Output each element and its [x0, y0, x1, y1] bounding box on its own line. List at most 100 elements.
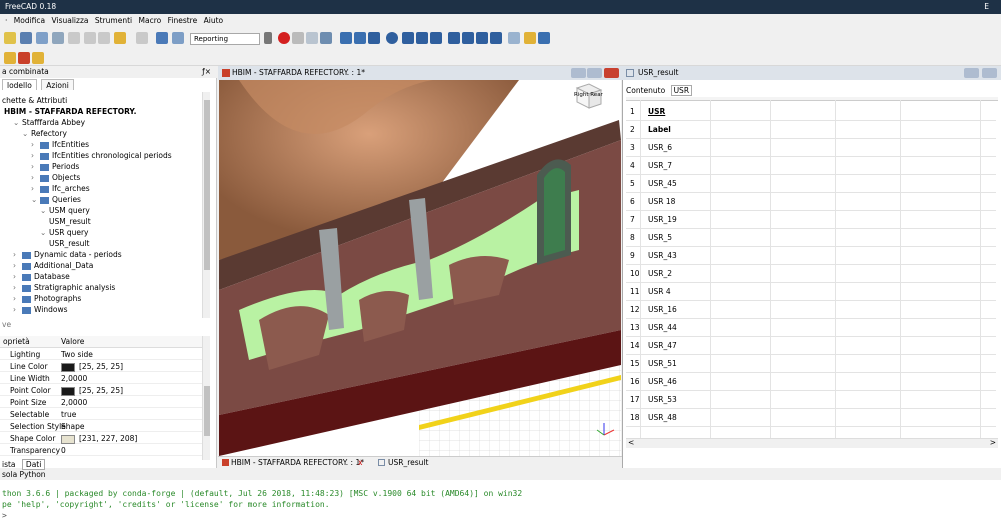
cell-value[interactable]: USR_7: [648, 157, 672, 175]
table-row[interactable]: 5 USR_45: [626, 175, 996, 193]
property-value-cell[interactable]: Shape: [61, 421, 85, 432]
property-value-cell[interactable]: [25, 25, 25]: [61, 361, 123, 372]
tree-item[interactable]: › Photographs: [13, 294, 81, 304]
undo-icon[interactable]: [114, 32, 126, 44]
chevron-down-icon[interactable]: ⌄: [40, 228, 49, 238]
tree-item[interactable]: › Dynamic data - periods: [13, 250, 122, 260]
table-row[interactable]: 7 USR_19: [626, 211, 996, 229]
cell-value[interactable]: USR 18: [648, 193, 675, 211]
property-row[interactable]: Shape Color [231, 227, 208]: [0, 433, 209, 444]
maximize-button[interactable]: [587, 68, 602, 78]
property-value-cell[interactable]: [25, 25, 25]: [61, 385, 123, 396]
table-row[interactable]: 4 USR_7: [626, 157, 996, 175]
copy-icon[interactable]: [84, 32, 96, 44]
cut-icon[interactable]: [68, 32, 80, 44]
left-view-icon[interactable]: [476, 32, 488, 44]
chevron-right-icon[interactable]: ›: [31, 162, 40, 172]
scroll-right-icon[interactable]: >: [990, 438, 996, 447]
draw-style-icon[interactable]: [368, 32, 380, 44]
property-value-cell[interactable]: 2,0000: [61, 397, 87, 408]
tab-spreadsheet[interactable]: USR_result: [388, 457, 428, 468]
tab-actions[interactable]: Azioni: [41, 79, 74, 90]
chevron-right-icon[interactable]: ›: [13, 272, 22, 282]
table-row[interactable]: 13 USR_44: [626, 319, 996, 337]
save-as-icon[interactable]: [52, 32, 64, 44]
table-row[interactable]: 3 USR_6: [626, 139, 996, 157]
property-row[interactable]: Transparency 0: [0, 445, 209, 456]
table-row[interactable]: 8 USR_5: [626, 229, 996, 247]
cell-value[interactable]: USR_44: [648, 319, 677, 337]
property-row[interactable]: Selection Style Shape: [0, 421, 209, 432]
tree-item[interactable]: › Periods: [31, 162, 79, 172]
chevron-down-icon[interactable]: ⌄: [13, 118, 22, 128]
tree-item[interactable]: › IfcEntities chronological periods: [31, 151, 172, 161]
chevron-right-icon[interactable]: ›: [13, 294, 22, 304]
window-control[interactable]: E: [984, 0, 989, 14]
tree-item[interactable]: ⌄ USR query: [40, 228, 89, 238]
chevron-down-icon[interactable]: ⌄: [40, 206, 49, 216]
close-button[interactable]: [604, 68, 619, 78]
panel-close-icon[interactable]: ƒ×: [202, 66, 211, 78]
redo-icon[interactable]: [136, 32, 148, 44]
property-value-cell[interactable]: [231, 227, 208]: [61, 433, 137, 444]
tree-scrollbar[interactable]: [202, 92, 210, 318]
color-swatch[interactable]: [61, 362, 75, 372]
table-row[interactable]: 11 USR 4: [626, 283, 996, 301]
chevron-down-icon[interactable]: ⌄: [31, 195, 40, 205]
tab-view[interactable]: ista: [2, 460, 16, 469]
tree-item[interactable]: › Objects: [31, 173, 80, 183]
rear-view-icon[interactable]: [448, 32, 460, 44]
table-row[interactable]: 1 USR: [626, 103, 996, 121]
menu-aiuto[interactable]: Aiuto: [203, 16, 225, 25]
tree-item[interactable]: › IfcEntities: [31, 140, 89, 150]
property-row[interactable]: Point Size 2,0000: [0, 397, 209, 408]
fit-all-icon[interactable]: [340, 32, 352, 44]
chevron-right-icon[interactable]: ›: [31, 184, 40, 194]
menu-macro[interactable]: Macro: [138, 16, 163, 25]
property-row[interactable]: Point Color [25, 25, 25]: [0, 385, 209, 396]
chevron-right-icon[interactable]: ›: [13, 305, 22, 315]
cell-value[interactable]: USR_6: [648, 139, 672, 157]
tree-item[interactable]: › Ifc_arches: [31, 184, 90, 194]
report-icon[interactable]: [4, 52, 16, 64]
part-icon[interactable]: [524, 32, 536, 44]
menu-visualizza[interactable]: Visualizza: [51, 16, 90, 25]
property-scrollbar[interactable]: [202, 336, 210, 460]
workbench-selector[interactable]: Reporting: [190, 33, 260, 45]
execute-macro-icon[interactable]: [320, 32, 332, 44]
spreadsheet-icon[interactable]: [18, 52, 30, 64]
save-icon[interactable]: [36, 32, 48, 44]
cell-value[interactable]: USR_46: [648, 373, 677, 391]
tree-item[interactable]: ⌄ Queries: [31, 195, 81, 205]
menu-finestre[interactable]: Finestre: [167, 16, 199, 25]
tree-scrollbar-thumb[interactable]: [204, 100, 210, 270]
color-swatch[interactable]: [61, 386, 75, 396]
section-view-icon[interactable]: [490, 32, 502, 44]
table-row[interactable]: 15 USR_51: [626, 355, 996, 373]
table-row[interactable]: 2 Label: [626, 121, 996, 139]
cell-value[interactable]: Label: [648, 121, 671, 139]
color-swatch[interactable]: [61, 434, 75, 444]
menu-strumenti[interactable]: Strumenti: [94, 16, 133, 25]
macros-icon[interactable]: [306, 32, 318, 44]
cell-value[interactable]: USR_47: [648, 337, 677, 355]
tree-item[interactable]: USR_result: [49, 239, 89, 249]
top-view-icon[interactable]: [416, 32, 428, 44]
cell-value[interactable]: USR_2: [648, 265, 672, 283]
console-prompt[interactable]: >: [2, 511, 7, 520]
property-value-cell[interactable]: Two side: [61, 349, 93, 360]
paste-icon[interactable]: [98, 32, 110, 44]
property-value-cell[interactable]: 0: [61, 445, 66, 456]
chevron-right-icon[interactable]: ›: [13, 250, 22, 260]
chevron-right-icon[interactable]: ›: [13, 261, 22, 271]
tree-item[interactable]: HBIM - STAFFARDA REFECTORY.: [4, 107, 136, 117]
fit-selection-icon[interactable]: [354, 32, 366, 44]
table-row[interactable]: 9 USR_43: [626, 247, 996, 265]
cell-value[interactable]: USR_45: [648, 175, 677, 193]
tree-item[interactable]: ⌄ Refectory: [22, 129, 67, 139]
new-file-icon[interactable]: [4, 32, 16, 44]
sheet-hscrollbar[interactable]: < >: [626, 438, 998, 448]
tab-model[interactable]: lodello: [2, 79, 37, 90]
navigation-cube[interactable]: Right Rear: [573, 82, 603, 110]
sheet-minimize-button[interactable]: [964, 68, 979, 78]
